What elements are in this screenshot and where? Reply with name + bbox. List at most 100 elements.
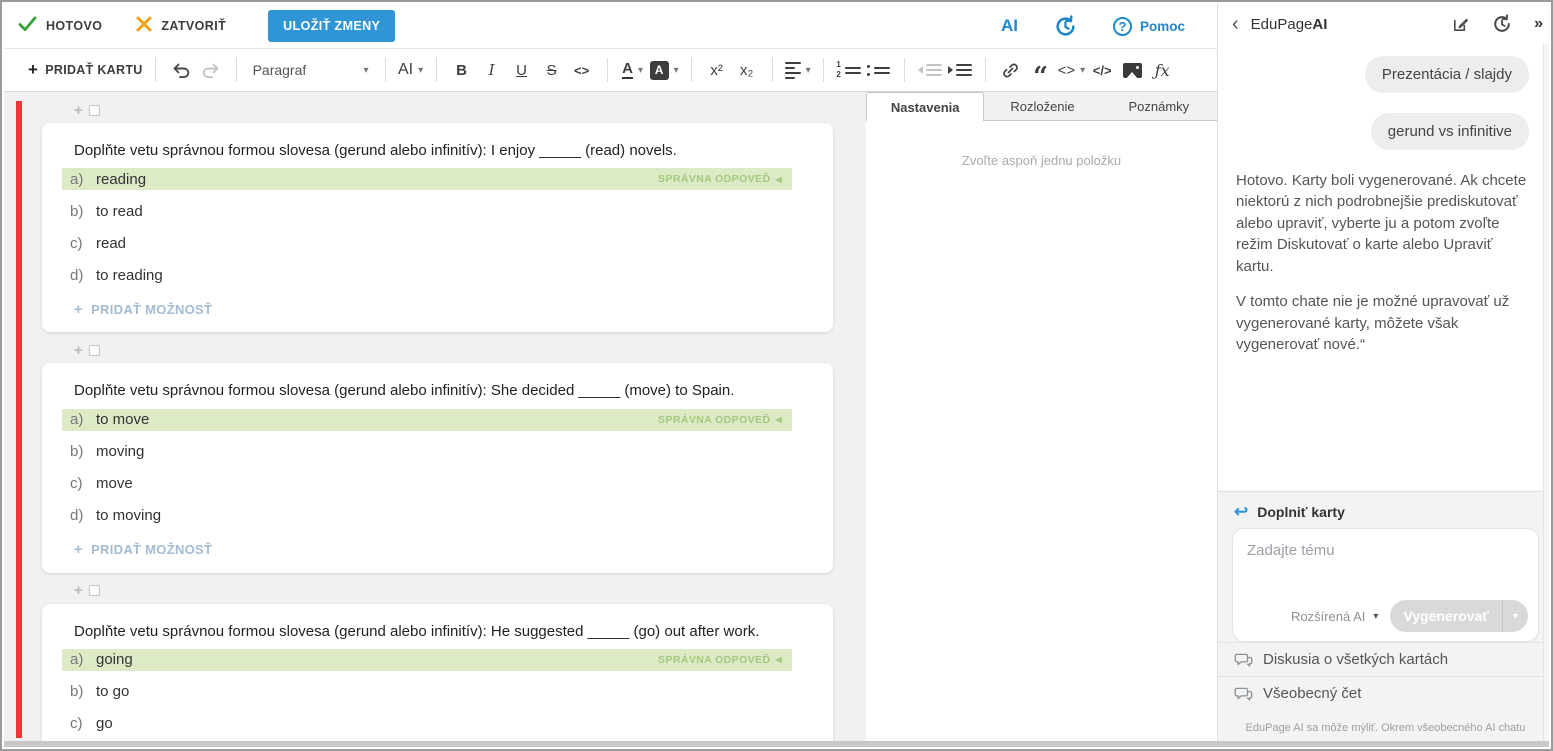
- option-text[interactable]: read: [96, 235, 126, 252]
- chevron-down-icon: ▾: [364, 65, 369, 76]
- option-text[interactable]: to move: [96, 411, 149, 428]
- question-card[interactable]: AI Doplňte vetu správnou formou slovesa …: [42, 363, 833, 572]
- answer-option[interactable]: c) go: [62, 713, 792, 735]
- add-option-button[interactable]: + PRIDAŤ MOŽNOSŤ: [74, 300, 801, 318]
- generate-options-dropdown[interactable]: ▾: [1502, 600, 1528, 632]
- option-letter: a): [70, 651, 96, 668]
- close-button[interactable]: ZATVORIŤ: [136, 16, 226, 37]
- user-message: Prezentácia / slajdy: [1365, 56, 1529, 93]
- top-action-bar: HOTOVO ZATVORIŤ ULOŽIŤ ZMENY AI ? Pomoc: [4, 4, 1217, 48]
- tab-nastavenia[interactable]: Nastavenia: [866, 92, 984, 121]
- bullet-list-button[interactable]: [864, 54, 894, 86]
- paragraph-style-dropdown[interactable]: Paragraf ▾: [247, 54, 375, 86]
- answer-option-correct[interactable]: a) going SPRÁVNA ODPOVEĎ ◀: [62, 649, 792, 671]
- option-text[interactable]: go: [96, 715, 113, 732]
- help-button[interactable]: ? Pomoc: [1113, 17, 1185, 36]
- answer-option[interactable]: b) to go: [62, 681, 792, 703]
- plus-icon: +: [74, 582, 83, 599]
- answer-option[interactable]: b) to read: [62, 200, 792, 222]
- panel-scrollbar[interactable]: [1543, 44, 1549, 741]
- card-ai-tab[interactable]: AI: [833, 618, 865, 673]
- ai-disclaimer: EduPage AI sa môže mýliť. Okrem všeobecn…: [1218, 710, 1549, 741]
- option-text[interactable]: moving: [96, 443, 144, 460]
- insert-card-separator[interactable]: +: [74, 102, 833, 118]
- ordered-list-button[interactable]: 12: [834, 54, 864, 86]
- strikethrough-button[interactable]: S: [537, 54, 567, 86]
- history-icon[interactable]: [1054, 15, 1077, 38]
- card-ai-tab[interactable]: AI: [833, 377, 865, 432]
- collapse-panel-icon[interactable]: »: [1534, 15, 1543, 33]
- question-card[interactable]: AI Doplňte vetu správnou formou slovesa …: [42, 604, 833, 742]
- ai-text-tools-dropdown[interactable]: AI ▾: [396, 54, 426, 86]
- align-dropdown[interactable]: ▾: [783, 54, 813, 86]
- card-ai-tab[interactable]: AI: [833, 137, 865, 192]
- plus-icon: +: [74, 102, 83, 119]
- option-text[interactable]: to go: [96, 683, 129, 700]
- ai-button[interactable]: AI: [1001, 16, 1018, 36]
- outdent-button[interactable]: [915, 54, 945, 86]
- underline-button[interactable]: U: [507, 54, 537, 86]
- insert-template-dropdown[interactable]: <> ▾: [1056, 54, 1088, 86]
- option-text[interactable]: to read: [96, 203, 143, 220]
- done-button[interactable]: HOTOVO: [18, 15, 102, 37]
- plus-icon: +: [74, 342, 83, 359]
- question-text[interactable]: Doplňte vetu správnou formou slovesa (ge…: [74, 381, 801, 401]
- option-text[interactable]: going: [96, 651, 133, 668]
- question-card[interactable]: AI Doplňte vetu správnou formou slovesa …: [42, 123, 833, 332]
- compose-title: Doplniť karty: [1257, 504, 1345, 520]
- card-checkbox[interactable]: [89, 585, 100, 596]
- insert-link-button[interactable]: [996, 54, 1026, 86]
- back-chevron-icon[interactable]: ‹: [1232, 14, 1239, 34]
- text-color-dropdown[interactable]: A ▾: [618, 54, 648, 86]
- save-changes-button[interactable]: ULOŽIŤ ZMENY: [268, 10, 395, 42]
- add-card-button[interactable]: + PRIDAŤ KARTU: [26, 54, 145, 86]
- tab-rozlozenie[interactable]: Rozloženie: [984, 92, 1100, 120]
- tab-poznamky[interactable]: Poznámky: [1101, 92, 1217, 120]
- discuss-all-cards-link[interactable]: Diskusia o všetkých kartách: [1218, 642, 1549, 676]
- superscript-button[interactable]: x²: [702, 54, 732, 86]
- answer-option-correct[interactable]: a) reading SPRÁVNA ODPOVEĎ ◀: [62, 168, 792, 190]
- formatting-toolbar: + PRIDAŤ KARTU Paragraf ▾ AI ▾ B I U S <…: [4, 48, 1217, 92]
- add-option-button[interactable]: + PRIDAŤ MOŽNOSŤ: [74, 541, 801, 559]
- answer-option[interactable]: c) read: [62, 232, 792, 254]
- plus-icon: +: [28, 60, 38, 80]
- generate-button[interactable]: Vygenerovať: [1390, 600, 1502, 632]
- correct-answer-badge: SPRÁVNA ODPOVEĎ ◀: [658, 414, 782, 426]
- new-chat-icon[interactable]: [1451, 15, 1470, 34]
- highlight-color-dropdown[interactable]: A ▾: [648, 54, 681, 86]
- question-text[interactable]: Doplňte vetu správnou formou slovesa (ge…: [74, 622, 774, 642]
- general-chat-link[interactable]: Všeobecný čet: [1218, 676, 1549, 710]
- option-text[interactable]: to reading: [96, 267, 163, 284]
- card-checkbox[interactable]: [89, 345, 100, 356]
- answer-option[interactable]: d) to moving: [62, 505, 792, 527]
- question-text[interactable]: Doplňte vetu správnou formou slovesa (ge…: [74, 141, 801, 161]
- answer-option[interactable]: c) move: [62, 473, 792, 495]
- insert-card-separator[interactable]: +: [74, 583, 833, 599]
- italic-button[interactable]: I: [477, 54, 507, 86]
- undo-button[interactable]: [166, 54, 196, 86]
- insert-formula-button[interactable]: ƒx: [1147, 54, 1177, 86]
- blockquote-button[interactable]: “: [1026, 54, 1056, 86]
- align-left-icon: [785, 62, 801, 79]
- subscript-button[interactable]: x₂: [732, 54, 762, 86]
- bold-button[interactable]: B: [447, 54, 477, 86]
- ai-model-dropdown[interactable]: Rozšírená AI ▾: [1291, 609, 1378, 624]
- inline-code-button[interactable]: <>: [567, 54, 597, 86]
- insert-card-separator[interactable]: +: [74, 342, 833, 358]
- redo-button[interactable]: [196, 54, 226, 86]
- option-letter: b): [70, 683, 96, 700]
- option-text[interactable]: reading: [96, 171, 146, 188]
- chat-history-icon[interactable]: [1492, 14, 1512, 34]
- option-text[interactable]: to moving: [96, 507, 161, 524]
- option-text[interactable]: move: [96, 475, 133, 492]
- answer-option[interactable]: b) moving: [62, 441, 792, 463]
- code-view-button[interactable]: </>: [1087, 54, 1117, 86]
- card-checkbox[interactable]: [89, 105, 100, 116]
- bullet-list-icon: [867, 65, 890, 76]
- answer-option[interactable]: d) to reading: [62, 264, 792, 286]
- insert-image-button[interactable]: [1117, 54, 1147, 86]
- reply-arrow-icon: ↩: [1234, 503, 1248, 520]
- indent-button[interactable]: [945, 54, 975, 86]
- answer-option-correct[interactable]: a) to move SPRÁVNA ODPOVEĎ ◀: [62, 409, 792, 431]
- topic-input[interactable]: [1233, 529, 1538, 587]
